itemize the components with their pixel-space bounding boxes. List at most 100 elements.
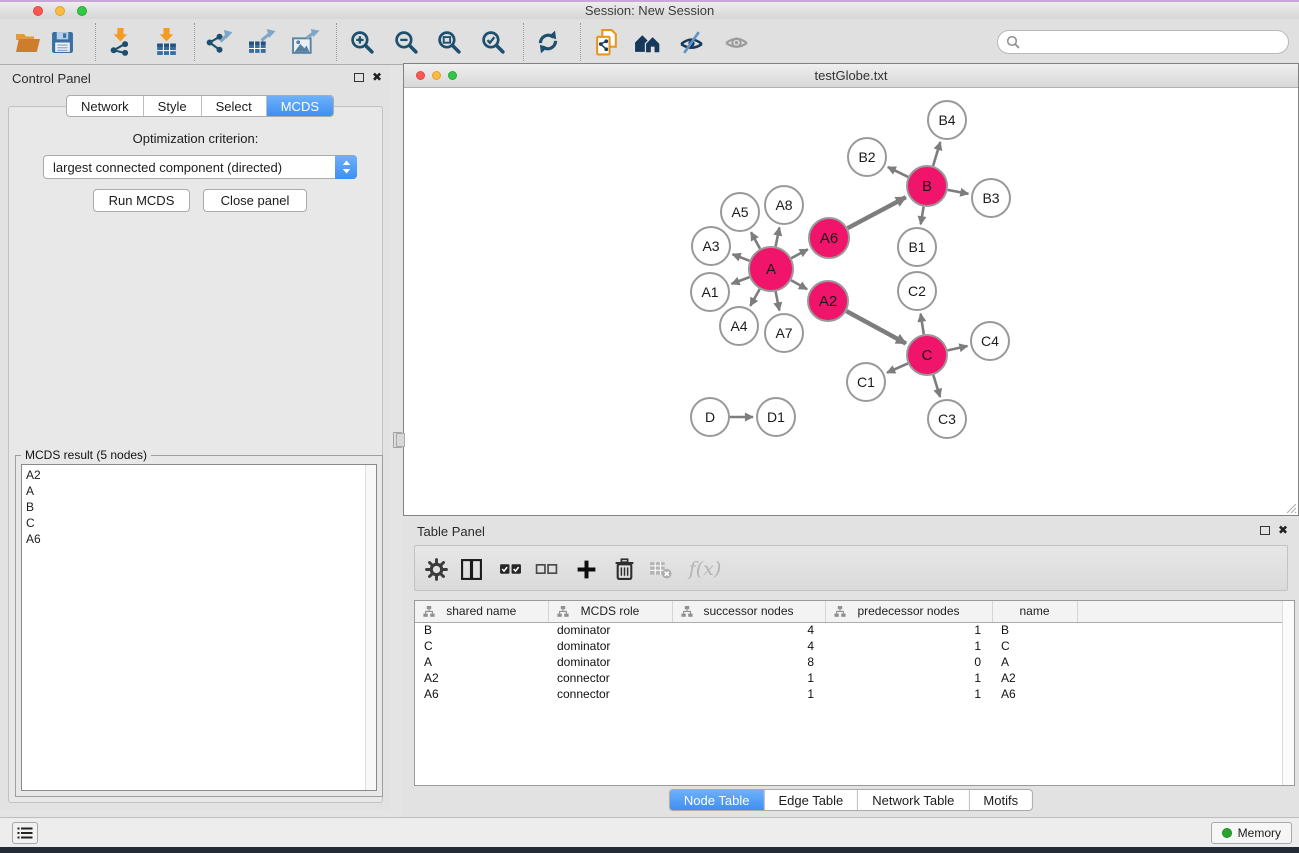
- table-cell[interactable]: 1: [825, 622, 992, 638]
- table-cell[interactable]: 1: [825, 670, 992, 686]
- delete-columns-button[interactable]: [607, 546, 641, 592]
- table-scrollbar[interactable]: [1282, 601, 1294, 785]
- table-cell[interactable]: A6: [992, 686, 1077, 702]
- close-panel-icon[interactable]: ✖: [372, 71, 382, 83]
- mcds-result-item[interactable]: C: [22, 515, 376, 531]
- graph-node-B2[interactable]: B2: [848, 138, 886, 176]
- graph-edge-A6-B[interactable]: [848, 197, 906, 228]
- float-panel-icon[interactable]: [354, 73, 364, 82]
- graph-edge-A-A5[interactable]: [751, 232, 760, 249]
- optimization-criterion-select[interactable]: largest connected component (directed): [43, 155, 357, 179]
- table-cell[interactable]: C: [992, 638, 1077, 654]
- graph-node-A[interactable]: A: [749, 247, 793, 291]
- show-columns-button[interactable]: [454, 546, 488, 592]
- refresh-button[interactable]: [531, 25, 565, 59]
- list-scrollbar[interactable]: [365, 465, 376, 790]
- graph-node-A8[interactable]: A8: [765, 186, 803, 224]
- graph-edge-C-C2[interactable]: [921, 314, 924, 335]
- tab-style[interactable]: Style: [144, 96, 202, 116]
- zoom-in-button[interactable]: [345, 25, 379, 59]
- tab-mcds[interactable]: MCDS: [267, 96, 333, 116]
- graph-node-C[interactable]: C: [907, 335, 947, 375]
- graph-node-C1[interactable]: C1: [847, 363, 885, 401]
- table-cell[interactable]: A2: [992, 670, 1077, 686]
- graph-node-A6[interactable]: A6: [809, 218, 849, 258]
- graph-edge-A-A4[interactable]: [750, 289, 759, 306]
- deselect-all-button[interactable]: [529, 546, 563, 592]
- column-header-shared-name[interactable]: shared name: [415, 601, 548, 622]
- graph-edge-A-A1[interactable]: [732, 277, 750, 284]
- graph-edge-B-B4[interactable]: [933, 142, 940, 166]
- mcds-result-item[interactable]: B: [22, 499, 376, 515]
- memory-button[interactable]: Memory: [1211, 822, 1292, 844]
- table-cell[interactable]: connector: [548, 686, 672, 702]
- zoom-out-button[interactable]: [389, 25, 423, 59]
- zoom-fit-button[interactable]: [432, 25, 466, 59]
- graph-edge-A-A2[interactable]: [791, 280, 807, 289]
- table-cell[interactable]: 1: [825, 686, 992, 702]
- table-cell[interactable]: 1: [825, 638, 992, 654]
- graph-edge-A-A8[interactable]: [776, 228, 780, 247]
- app-titlebar[interactable]: Session: New Session: [0, 2, 1299, 19]
- export-table-button[interactable]: [245, 25, 279, 59]
- graph-node-C2[interactable]: C2: [898, 272, 936, 310]
- import-network-button[interactable]: [105, 25, 139, 59]
- clone-network-button[interactable]: [590, 25, 624, 59]
- hide-graphics-details-button[interactable]: [674, 25, 708, 59]
- window-resize-grip[interactable]: [1283, 500, 1297, 514]
- graph-node-B1[interactable]: B1: [898, 228, 936, 266]
- table-row[interactable]: A6connector11A6: [415, 686, 1294, 702]
- graph-node-D[interactable]: D: [691, 398, 729, 436]
- table-row[interactable]: Bdominator41B: [415, 622, 1294, 638]
- graph-node-A3[interactable]: A3: [692, 227, 730, 265]
- graph-edge-A-A3[interactable]: [733, 254, 750, 261]
- select-all-button[interactable]: [493, 546, 527, 592]
- search-input[interactable]: [1025, 35, 1280, 50]
- graph-edge-B-B2[interactable]: [888, 167, 908, 177]
- table-cell[interactable]: A2: [415, 670, 548, 686]
- tab-edge-table[interactable]: Edge Table: [764, 790, 858, 810]
- import-table-button[interactable]: [149, 25, 183, 59]
- graph-edge-A-A7[interactable]: [776, 292, 780, 311]
- table-cell[interactable]: B: [992, 622, 1077, 638]
- column-header-successor-nodes[interactable]: successor nodes: [672, 601, 825, 622]
- graph-node-B4[interactable]: B4: [928, 101, 966, 139]
- graph-node-C4[interactable]: C4: [971, 322, 1009, 360]
- graph-node-A5[interactable]: A5: [721, 193, 759, 231]
- graph-node-A1[interactable]: A1: [691, 273, 729, 311]
- graph-node-B3[interactable]: B3: [972, 179, 1010, 217]
- table-cell[interactable]: 4: [672, 622, 825, 638]
- open-file-button[interactable]: [11, 25, 45, 59]
- column-header-mcds-role[interactable]: MCDS role: [548, 601, 672, 622]
- mcds-result-item[interactable]: A: [22, 483, 376, 499]
- table-cell[interactable]: 1: [672, 686, 825, 702]
- table-row[interactable]: Cdominator41C: [415, 638, 1294, 654]
- graph-edge-C-C4[interactable]: [948, 346, 968, 350]
- table-cell[interactable]: dominator: [548, 638, 672, 654]
- float-table-panel-icon[interactable]: [1260, 526, 1270, 535]
- network-canvas[interactable]: B4B2BB3A8A5A6A3B1AA1C2A2A4A7C4CC1DD1C3: [404, 88, 1298, 515]
- table-cell[interactable]: 8: [672, 654, 825, 670]
- delete-table-button[interactable]: [643, 546, 677, 592]
- table-cell[interactable]: A: [415, 654, 548, 670]
- view-divider-grip[interactable]: [396, 433, 405, 447]
- zoom-selected-button[interactable]: [476, 25, 510, 59]
- graph-node-D1[interactable]: D1: [757, 398, 795, 436]
- tab-node-table[interactable]: Node Table: [670, 790, 765, 810]
- network-window-titlebar[interactable]: testGlobe.txt: [404, 64, 1298, 88]
- task-history-button[interactable]: [12, 822, 38, 844]
- graph-edge-B-B3[interactable]: [948, 190, 969, 194]
- table-cell[interactable]: 4: [672, 638, 825, 654]
- tab-select[interactable]: Select: [202, 96, 267, 116]
- mcds-result-listbox[interactable]: A2ABCA6: [21, 464, 377, 791]
- graph-edge-C-C3[interactable]: [933, 375, 940, 397]
- tab-network-table[interactable]: Network Table: [858, 790, 969, 810]
- graph-edge-A-A6[interactable]: [791, 249, 808, 258]
- column-header-name[interactable]: name: [992, 601, 1077, 622]
- run-mcds-button[interactable]: Run MCDS: [93, 189, 190, 212]
- table-cell[interactable]: dominator: [548, 654, 672, 670]
- add-column-button[interactable]: [569, 546, 603, 592]
- graph-node-B[interactable]: B: [907, 166, 947, 206]
- show-graphics-details-button[interactable]: [719, 25, 753, 59]
- mcds-result-item[interactable]: A6: [22, 531, 376, 547]
